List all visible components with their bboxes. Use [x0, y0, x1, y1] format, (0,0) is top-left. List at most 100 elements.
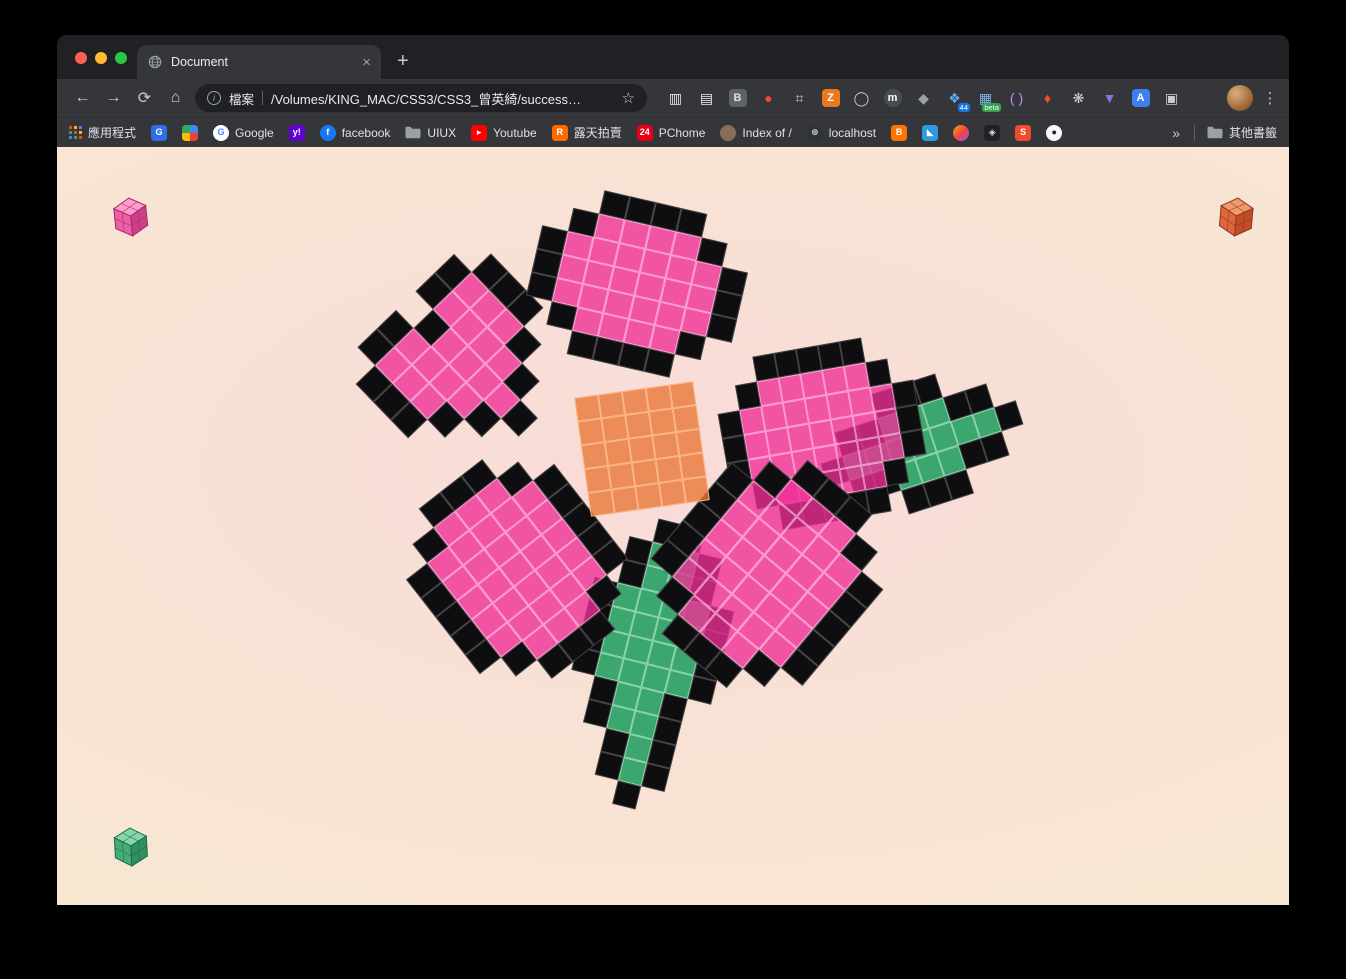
- bookmarks-list: 應用程式 G G Google y! f facebook UIUX ▸ Youtube R 露天拍賣…: [69, 124, 1158, 141]
- translate-favicon: G: [151, 124, 168, 141]
- ext-colorzilla-icon-glyph: Z: [821, 89, 840, 107]
- bookmark-youtube[interactable]: ▸ Youtube: [471, 124, 537, 141]
- ext-capture-icon-glyph: ▣: [1164, 90, 1179, 106]
- voxel-cell: [669, 381, 697, 409]
- ext-m-icon-glyph: m: [883, 89, 902, 107]
- bookmark-yahoo[interactable]: y!: [288, 124, 305, 141]
- bookmark-star-icon[interactable]: ☆: [622, 89, 635, 107]
- bookmark-maps[interactable]: [182, 124, 199, 141]
- indexof-favicon: [720, 124, 737, 141]
- bookmark-indexof-label: Index of /: [742, 125, 792, 140]
- cube-orange: [1216, 196, 1256, 244]
- youtube-favicon: ▸: [471, 124, 488, 141]
- ext-capture-icon[interactable]: ▣: [1157, 85, 1186, 111]
- bookmark-localhost[interactable]: ⊕ localhost: [806, 124, 876, 141]
- ext-translate-icon-glyph: A: [1131, 89, 1150, 107]
- ext-diamond-icon[interactable]: ◆: [909, 85, 938, 111]
- ext-grid-icon[interactable]: ▥: [661, 85, 690, 111]
- bookmarks-overflow-icon[interactable]: »: [1170, 125, 1182, 141]
- forward-button[interactable]: →: [98, 89, 129, 107]
- tab-close-icon[interactable]: ×: [362, 55, 371, 70]
- bookmark-indexof[interactable]: Index of /: [720, 124, 792, 141]
- ext-diamond-icon-glyph: ◆: [918, 90, 929, 106]
- bookmark-dev[interactable]: ◈: [984, 124, 1001, 141]
- reload-button[interactable]: ⟳: [129, 88, 160, 108]
- voxel-cell: [652, 432, 680, 460]
- voxel-cell: [645, 384, 673, 412]
- back-button[interactable]: ←: [67, 89, 98, 107]
- ext-beta-icon[interactable]: ▦ beta: [971, 85, 1001, 112]
- ext-v-icon[interactable]: ▼: [1095, 85, 1124, 111]
- ext-colorzilla-icon[interactable]: Z: [816, 85, 845, 111]
- voxel-cell: [909, 479, 935, 508]
- voxel-cell: [611, 486, 639, 514]
- browser-window: Document × + ← → ⟳ ⌂ i 檔案 /Volumes/KING_…: [57, 35, 1289, 905]
- url-text: /Volumes/KING_MAC/CSS3/CSS3_曾英綺/success…: [271, 91, 581, 107]
- voxel-cell: [580, 442, 609, 470]
- shopee-favicon: S: [1015, 124, 1032, 141]
- ext-b-icon[interactable]: B: [723, 85, 752, 111]
- bookmark-apps[interactable]: 應用程式: [69, 124, 136, 141]
- yahoo-favicon: y!: [288, 124, 305, 141]
- new-tab-button[interactable]: +: [397, 51, 409, 71]
- bookmark-photos[interactable]: ◣: [922, 124, 939, 141]
- bookmark-github[interactable]: ●: [1046, 124, 1063, 141]
- omnibox-divider: [262, 91, 264, 105]
- ext-translate-icon[interactable]: A: [1126, 85, 1155, 111]
- ext-notes-icon[interactable]: ▤: [692, 85, 721, 111]
- home-button[interactable]: ⌂: [160, 89, 191, 107]
- minimize-window-button[interactable]: [95, 52, 107, 64]
- voxel-cell: [648, 408, 676, 436]
- ext-record-icon-glyph: ●: [764, 90, 773, 106]
- browser-menu-icon[interactable]: ⋮: [1261, 89, 1279, 107]
- bookmark-uiux[interactable]: UIUX: [405, 126, 456, 140]
- ext-paren-icon[interactable]: ( ): [1002, 85, 1031, 111]
- cube-pink: [111, 195, 152, 244]
- ext-circle-icon-glyph: ◯: [853, 90, 870, 106]
- google-favicon: G: [213, 124, 230, 141]
- ext-selector-icon[interactable]: ⌗: [785, 85, 814, 111]
- voxel-cell: [625, 411, 653, 439]
- folder-icon: [405, 126, 421, 140]
- ruten-favicon: R: [551, 124, 568, 141]
- tab-title: Document: [171, 55, 228, 69]
- bookmark-pchome[interactable]: 24 PChome: [636, 124, 705, 141]
- address-bar[interactable]: i 檔案 /Volumes/KING_MAC/CSS3/CSS3_曾英綺/suc…: [195, 84, 647, 112]
- ext-flame-icon[interactable]: ♦: [1033, 85, 1062, 111]
- ext-m-icon[interactable]: m: [878, 85, 907, 111]
- localhost-favicon: ⊕: [806, 124, 823, 141]
- flower-center: [574, 381, 710, 517]
- bookmark-facebook[interactable]: f facebook: [319, 124, 390, 141]
- close-window-button[interactable]: [75, 52, 87, 64]
- ext-record-icon[interactable]: ●: [754, 85, 783, 111]
- bookmark-translate[interactable]: G: [151, 124, 168, 141]
- voxel-cell: [672, 404, 700, 433]
- voxel-cell: [679, 452, 707, 480]
- voxel-cell: [574, 394, 602, 422]
- bookmark-google[interactable]: G Google: [213, 124, 274, 141]
- bookmark-blogger[interactable]: B: [891, 124, 908, 141]
- ext-atom-icon[interactable]: ❋: [1064, 85, 1093, 111]
- bookmark-avatar[interactable]: [953, 124, 970, 141]
- voxel-cell: [887, 483, 913, 512]
- voxel-cell: [675, 428, 704, 456]
- bookmark-shopee[interactable]: S: [1015, 124, 1032, 141]
- ext-circle-icon[interactable]: ◯: [847, 85, 876, 111]
- other-bookmarks-folder-icon: [1207, 126, 1223, 140]
- tab-document[interactable]: Document ×: [137, 45, 381, 79]
- page-info-icon[interactable]: i: [207, 91, 221, 105]
- bookmark-ruten-label: 露天拍賣: [573, 126, 622, 140]
- photos-favicon: ◣: [922, 124, 939, 141]
- ext-paren-icon-glyph: ( ): [1009, 90, 1024, 106]
- voxel-cell: [601, 415, 629, 443]
- ext-flame-icon-glyph: ♦: [1043, 90, 1052, 106]
- profile-avatar[interactable]: [1227, 85, 1253, 111]
- voxel-cell: [655, 455, 683, 483]
- zoom-window-button[interactable]: [115, 52, 127, 64]
- voxel-cell: [597, 391, 626, 419]
- voxel-cell: [608, 462, 636, 490]
- bookmark-ruten[interactable]: R 露天拍賣: [551, 124, 622, 141]
- github-favicon: ●: [1046, 124, 1063, 141]
- ext-cloud-icon[interactable]: ❖ 44: [940, 85, 970, 112]
- other-bookmarks[interactable]: 其他書籤: [1207, 124, 1277, 141]
